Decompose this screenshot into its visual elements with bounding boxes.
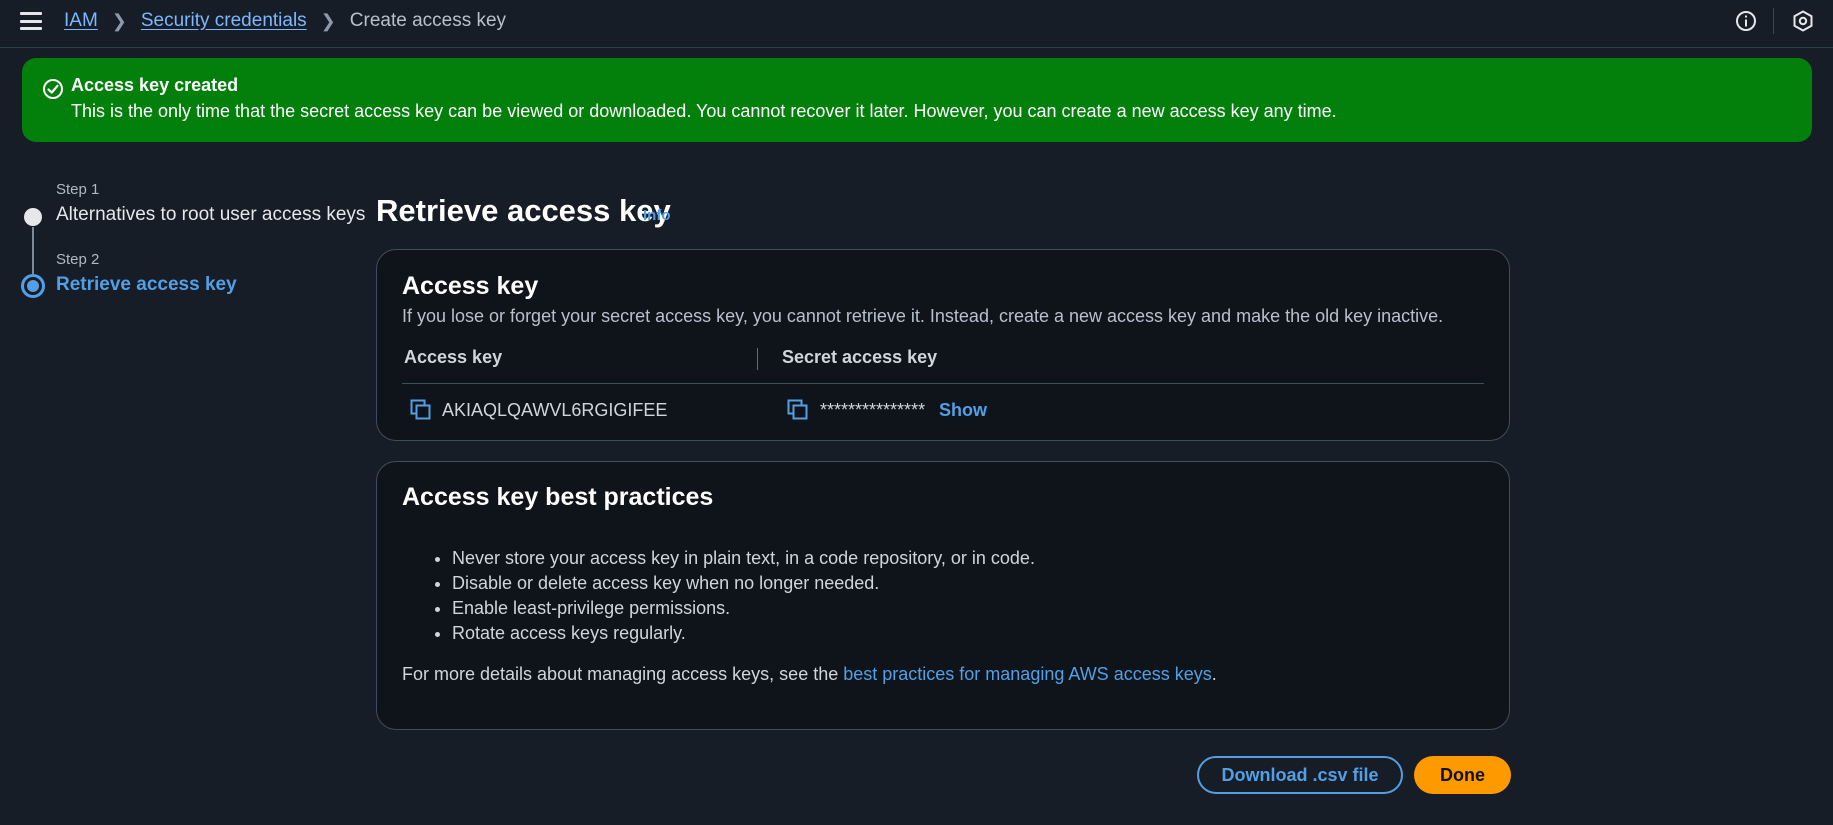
check-circle-icon: [41, 77, 65, 101]
hamburger-menu-icon[interactable]: [20, 12, 42, 30]
info-circle-icon[interactable]: [1735, 10, 1757, 32]
column-header-secret-access-key: Secret access key: [782, 347, 938, 367]
flash-title: Access key created: [71, 75, 239, 95]
copy-icon[interactable]: [409, 398, 433, 422]
access-key-card: Access key If you lose or forget your se…: [376, 249, 1510, 441]
chevron-right-icon: ❯: [111, 11, 127, 31]
step-complete-indicator: [24, 208, 42, 226]
list-item: Never store your access key in plain tex…: [452, 546, 1035, 571]
step-1-title[interactable]: Alternatives to root user access keys: [56, 204, 365, 226]
list-item: Disable or delete access key when no lon…: [452, 571, 1035, 596]
best-practices-footer: For more details about managing access k…: [402, 664, 1217, 685]
column-header-access-key: Access key: [404, 347, 503, 367]
settings-icon[interactable]: [1792, 10, 1814, 32]
info-link[interactable]: Info: [643, 207, 671, 224]
flash-message: This is the only time that the secret ac…: [71, 101, 1337, 121]
breadcrumb-iam-link[interactable]: IAM: [64, 9, 98, 33]
step-2-label: Step 2: [56, 251, 100, 268]
table-header-rule: [402, 383, 1484, 384]
chevron-right-icon: ❯: [320, 11, 336, 31]
breadcrumb: IAM ❯ Security credentials ❯ Create acce…: [64, 9, 506, 33]
footer-text: For more details about managing access k…: [402, 664, 844, 684]
breadcrumb-current: Create access key: [349, 10, 507, 31]
success-flash-banner: Access key created This is the only time…: [22, 58, 1812, 142]
list-item: Rotate access keys regularly.: [452, 621, 1035, 646]
step-1-label: Step 1: [56, 181, 100, 198]
breadcrumb-security-credentials-link[interactable]: Security credentials: [141, 9, 307, 33]
page-title: Retrieve access key: [376, 193, 671, 228]
best-practices-link[interactable]: best practices for managing AWS access k…: [843, 664, 1212, 684]
secret-access-key-masked: ***************: [820, 400, 926, 420]
show-secret-link[interactable]: Show: [939, 400, 987, 421]
top-navigation-bar: IAM ❯ Security credentials ❯ Create acce…: [0, 0, 1833, 48]
download-csv-button[interactable]: Download .csv file: [1197, 756, 1403, 794]
access-key-card-description: If you lose or forget your secret access…: [402, 306, 1444, 326]
topbar-divider: [1773, 8, 1774, 34]
list-item: Enable least-privilege permissions.: [452, 596, 1035, 621]
column-divider: [757, 348, 758, 370]
footer-suffix: .: [1211, 664, 1217, 684]
best-practices-list: Never store your access key in plain tex…: [452, 546, 1035, 646]
access-key-card-title: Access key: [402, 272, 539, 300]
copy-icon[interactable]: [786, 398, 810, 422]
best-practices-card: Access key best practices Never store yo…: [376, 461, 1510, 730]
done-button[interactable]: Done: [1414, 756, 1511, 794]
step-connector: [32, 227, 34, 274]
access-key-value: AKIAQLQAWVL6RGIGIFEE: [442, 400, 668, 420]
best-practices-card-title: Access key best practices: [402, 483, 714, 511]
step-active-indicator: [21, 274, 45, 298]
step-2-title: Retrieve access key: [56, 274, 237, 295]
